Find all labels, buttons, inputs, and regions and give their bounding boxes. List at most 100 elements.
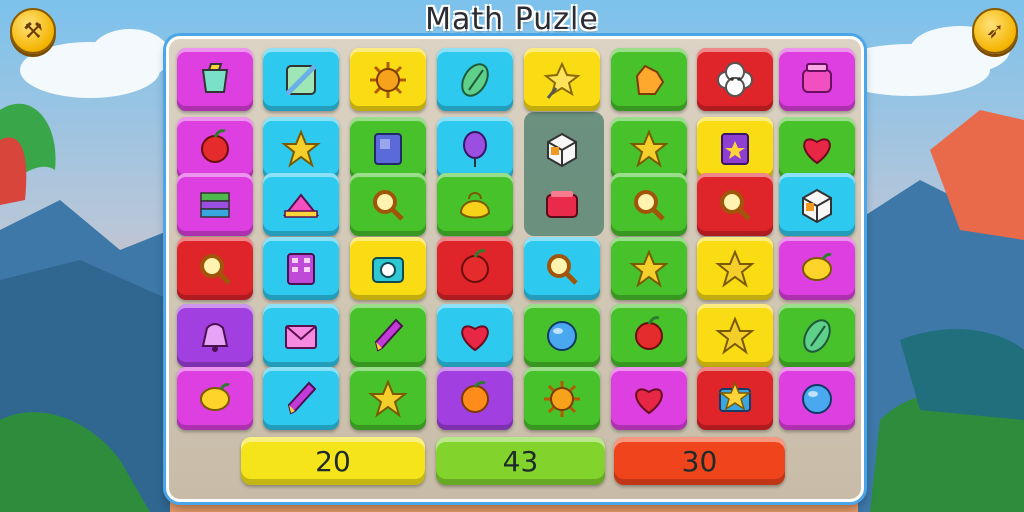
tile[interactable] bbox=[263, 237, 339, 300]
stack-icon bbox=[193, 183, 237, 227]
tile[interactable] bbox=[524, 367, 600, 430]
answer-button-2[interactable]: 43 bbox=[436, 437, 605, 485]
tile[interactable] bbox=[350, 304, 426, 367]
magnifier-icon bbox=[540, 247, 584, 291]
tile[interactable] bbox=[611, 48, 687, 111]
heart-icon bbox=[795, 127, 839, 171]
cabinet-icon bbox=[366, 127, 410, 171]
tile[interactable] bbox=[437, 367, 513, 430]
tile[interactable] bbox=[779, 237, 855, 300]
answer-label: 20 bbox=[315, 444, 351, 478]
envelope-icon bbox=[279, 314, 323, 358]
star-icon bbox=[627, 127, 671, 171]
tile[interactable] bbox=[350, 117, 426, 180]
tile[interactable] bbox=[263, 48, 339, 111]
sun-icon bbox=[366, 58, 410, 102]
tile[interactable] bbox=[263, 367, 339, 430]
tile[interactable] bbox=[779, 117, 855, 180]
tile[interactable] bbox=[350, 173, 426, 236]
tile[interactable] bbox=[697, 367, 773, 430]
tile[interactable] bbox=[177, 117, 253, 180]
apple-icon bbox=[453, 247, 497, 291]
lemon-icon bbox=[193, 377, 237, 421]
magnifier-icon bbox=[713, 183, 757, 227]
pencil-icon bbox=[279, 377, 323, 421]
tile[interactable] bbox=[437, 117, 513, 180]
cloud-icon bbox=[713, 58, 757, 102]
heart-icon bbox=[627, 377, 671, 421]
cube-icon bbox=[540, 127, 584, 171]
tile[interactable] bbox=[779, 48, 855, 111]
star-icon bbox=[713, 247, 757, 291]
apple-icon bbox=[193, 127, 237, 171]
tile[interactable] bbox=[611, 367, 687, 430]
tile[interactable] bbox=[697, 48, 773, 111]
grid-icon bbox=[279, 247, 323, 291]
tile[interactable] bbox=[524, 117, 600, 180]
star-icon bbox=[713, 314, 757, 358]
tile[interactable] bbox=[779, 367, 855, 430]
sun-icon bbox=[540, 377, 584, 421]
answer-button-1[interactable]: 20 bbox=[241, 437, 425, 485]
tile[interactable] bbox=[697, 117, 773, 180]
lemon-icon bbox=[795, 247, 839, 291]
tile[interactable] bbox=[611, 304, 687, 367]
tile[interactable] bbox=[697, 173, 773, 236]
leaf-icon bbox=[453, 58, 497, 102]
book-icon bbox=[713, 127, 757, 171]
answer-button-3[interactable]: 30 bbox=[614, 437, 785, 485]
bell-icon bbox=[193, 314, 237, 358]
block-icon bbox=[540, 183, 584, 227]
tile[interactable] bbox=[611, 237, 687, 300]
tile[interactable] bbox=[437, 48, 513, 111]
star-wand-icon bbox=[540, 58, 584, 102]
tile[interactable] bbox=[263, 304, 339, 367]
box-icon bbox=[795, 58, 839, 102]
tile[interactable] bbox=[524, 173, 600, 236]
triangle-icon bbox=[279, 183, 323, 227]
star-box-icon bbox=[713, 377, 757, 421]
tile[interactable] bbox=[779, 173, 855, 236]
tile[interactable] bbox=[177, 173, 253, 236]
tile[interactable] bbox=[437, 237, 513, 300]
tile[interactable] bbox=[611, 117, 687, 180]
ball-icon bbox=[795, 377, 839, 421]
tile[interactable] bbox=[697, 304, 773, 367]
pencil-icon bbox=[366, 314, 410, 358]
tile[interactable] bbox=[177, 237, 253, 300]
apple-icon bbox=[627, 314, 671, 358]
star-icon bbox=[627, 247, 671, 291]
tile[interactable] bbox=[524, 304, 600, 367]
tile[interactable] bbox=[697, 237, 773, 300]
tile[interactable] bbox=[177, 304, 253, 367]
tile[interactable] bbox=[611, 173, 687, 236]
answer-label: 43 bbox=[502, 444, 539, 478]
tile[interactable] bbox=[350, 48, 426, 111]
answer-label: 30 bbox=[681, 444, 718, 478]
heart-icon bbox=[453, 314, 497, 358]
magnifier-icon bbox=[627, 183, 671, 227]
bag-icon bbox=[453, 183, 497, 227]
balloon-icon bbox=[453, 127, 497, 171]
square-icon bbox=[279, 58, 323, 102]
tile[interactable] bbox=[177, 367, 253, 430]
tile[interactable] bbox=[524, 48, 600, 111]
cup-icon bbox=[193, 58, 237, 102]
tile[interactable] bbox=[437, 173, 513, 236]
tile[interactable] bbox=[263, 173, 339, 236]
tile[interactable] bbox=[350, 367, 426, 430]
star-icon bbox=[366, 377, 410, 421]
tile[interactable] bbox=[177, 48, 253, 111]
ball-icon bbox=[540, 314, 584, 358]
magnifier-icon bbox=[366, 183, 410, 227]
tile[interactable] bbox=[263, 117, 339, 180]
tile[interactable] bbox=[524, 237, 600, 300]
magnifier-icon bbox=[193, 247, 237, 291]
star-icon bbox=[279, 127, 323, 171]
tile[interactable] bbox=[779, 304, 855, 367]
leaf-icon bbox=[795, 314, 839, 358]
tile[interactable] bbox=[437, 304, 513, 367]
cube-icon bbox=[795, 183, 839, 227]
hand-icon bbox=[627, 58, 671, 102]
tile[interactable] bbox=[350, 237, 426, 300]
